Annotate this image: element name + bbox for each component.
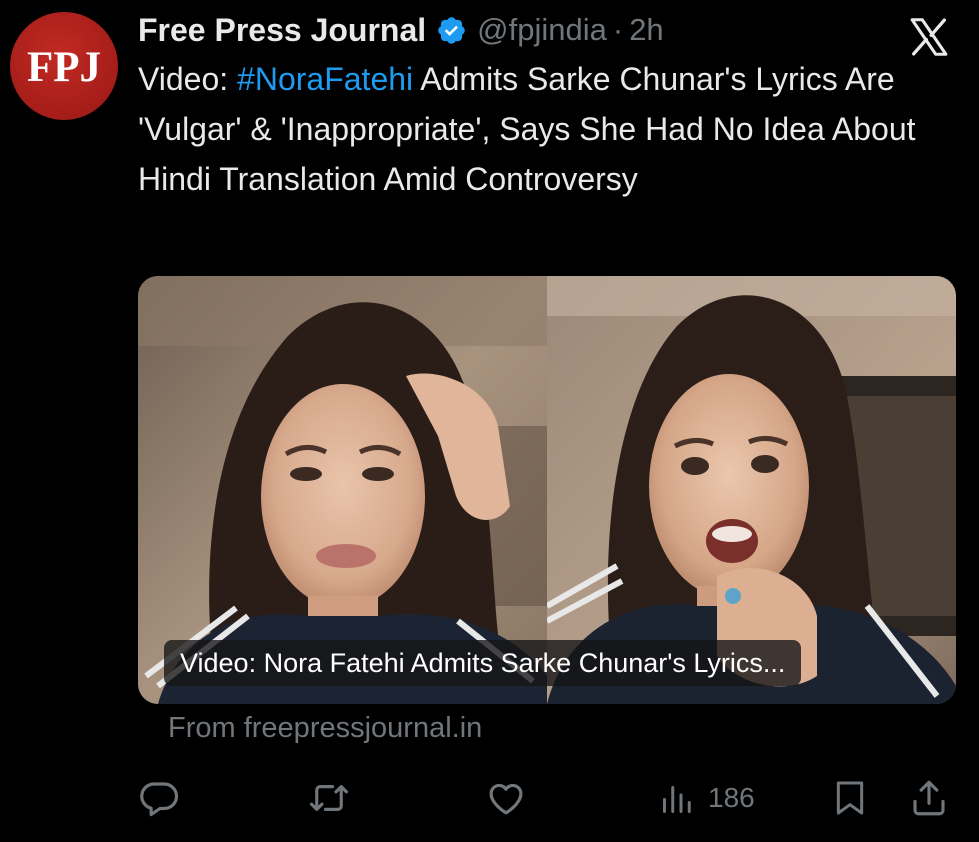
post-time[interactable]: 2h [629, 12, 663, 48]
hashtag-link[interactable]: #NoraFatehi [237, 61, 413, 97]
separator-dot: · [612, 12, 624, 47]
like-button[interactable] [484, 776, 528, 820]
views-count: 186 [708, 782, 755, 813]
bookmark-button[interactable] [830, 776, 870, 820]
tweet-text: Video: #NoraFatehi Admits Sarke Chunar's… [138, 54, 938, 204]
author-name[interactable]: Free Press Journal [138, 12, 426, 49]
like-icon [489, 783, 523, 815]
tweet-header: Free Press Journal @fpjindia · 2h [138, 6, 664, 54]
link-card-title: Video: Nora Fatehi Admits Sarke Chunar's… [164, 640, 802, 686]
tweet-text-prefix: Video: [138, 61, 238, 97]
avatar[interactable]: FPJ [10, 12, 118, 120]
verified-badge-icon [438, 16, 465, 44]
share-icon [913, 780, 945, 816]
repost-icon [309, 785, 349, 811]
avatar-logo-text: FPJ [26, 43, 102, 91]
repost-button[interactable] [306, 776, 352, 820]
bookmark-icon [836, 781, 864, 815]
link-source[interactable]: From freepressjournal.in [168, 712, 482, 745]
link-preview-card[interactable]: Video: Nora Fatehi Admits Sarke Chunar's… [138, 276, 956, 704]
share-button[interactable] [908, 776, 950, 820]
views-icon [663, 786, 691, 813]
author-handle[interactable]: @fpjindia [477, 12, 607, 48]
reply-button[interactable] [138, 776, 180, 820]
views-button[interactable]: 186 [660, 776, 755, 820]
reply-icon [140, 782, 179, 817]
